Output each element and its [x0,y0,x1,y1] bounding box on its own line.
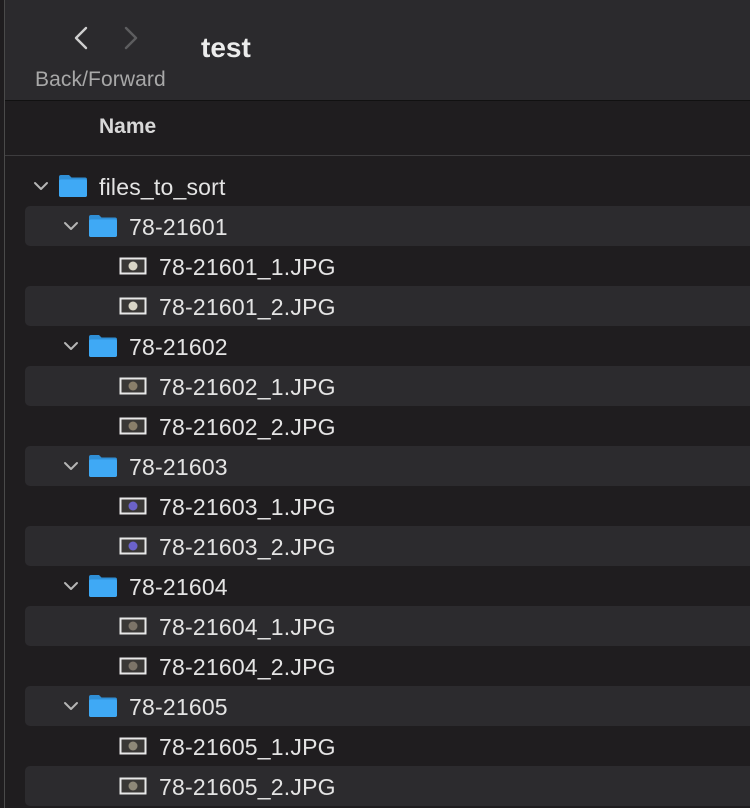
image-thumbnail-icon [119,737,147,755]
chevron-right-icon [124,26,138,50]
file-row[interactable]: 78-21602_1.JPG [5,366,750,406]
chevron-down-icon[interactable] [63,458,79,474]
folder-row[interactable]: 78-21601 [5,206,750,246]
item-label: 78-21603 [129,454,228,480]
forward-button[interactable] [113,22,149,54]
folder-icon [89,695,117,717]
item-label: 78-21603_2.JPG [159,534,336,560]
folder-row[interactable]: 78-21603 [5,446,750,486]
image-thumbnail-icon [119,257,147,275]
image-thumbnail-icon [119,537,147,555]
folder-row[interactable]: files_to_sort [5,166,750,206]
image-thumbnail-icon [119,497,147,515]
file-row[interactable]: 78-21603_2.JPG [5,526,750,566]
item-label: 78-21605_2.JPG [159,774,336,800]
image-thumbnail-icon [119,777,147,795]
nav-caption: Back/Forward [35,68,166,91]
file-row[interactable]: 78-21603_1.JPG [5,486,750,526]
item-label: 78-21604 [129,574,228,600]
folder-icon [89,575,117,597]
chevron-down-icon[interactable] [63,698,79,714]
column-header: Name [5,101,750,156]
back-button[interactable] [63,22,99,54]
item-label: 78-21601 [129,214,228,240]
chevron-down-icon[interactable] [63,218,79,234]
toolbar: Back/Forward test [5,0,750,101]
file-row[interactable]: 78-21604_1.JPG [5,606,750,646]
chevron-down-icon[interactable] [63,578,79,594]
file-row[interactable]: 78-21601_1.JPG [5,246,750,286]
item-label: 78-21602_1.JPG [159,374,336,400]
file-row[interactable]: 78-21602_2.JPG [5,406,750,446]
chevron-down-icon[interactable] [33,178,49,194]
item-label: 78-21602_2.JPG [159,414,336,440]
item-label: 78-21604_2.JPG [159,654,336,680]
image-thumbnail-icon [119,377,147,395]
folder-row[interactable]: 78-21602 [5,326,750,366]
folder-row[interactable]: 78-21605 [5,686,750,726]
image-thumbnail-icon [119,617,147,635]
name-column-header[interactable]: Name [99,115,156,139]
folder-row[interactable]: 78-21604 [5,566,750,606]
window-title: test [201,32,251,63]
file-row[interactable]: 78-21605_2.JPG [5,766,750,806]
file-row[interactable]: 78-21604_2.JPG [5,646,750,686]
item-label: files_to_sort [99,174,226,200]
file-row[interactable]: 78-21601_2.JPG [5,286,750,326]
folder-icon [89,215,117,237]
finder-window: Back/Forward test Name files_to_sort 78-2… [4,0,750,808]
chevron-down-icon[interactable] [63,338,79,354]
item-label: 78-21605_1.JPG [159,734,336,760]
item-label: 78-21601_1.JPG [159,254,336,280]
item-label: 78-21603_1.JPG [159,494,336,520]
item-label: 78-21601_2.JPG [159,294,336,320]
item-label: 78-21605 [129,694,228,720]
chevron-left-icon [74,26,88,50]
image-thumbnail-icon [119,297,147,315]
image-thumbnail-icon [119,417,147,435]
file-row[interactable]: 78-21605_1.JPG [5,726,750,766]
folder-icon [89,455,117,477]
file-list: files_to_sort 78-21601 78-21601_1.JPG 78-21… [5,166,750,806]
folder-icon [89,335,117,357]
image-thumbnail-icon [119,657,147,675]
item-label: 78-21604_1.JPG [159,614,336,640]
item-label: 78-21602 [129,334,228,360]
folder-icon [59,175,87,197]
